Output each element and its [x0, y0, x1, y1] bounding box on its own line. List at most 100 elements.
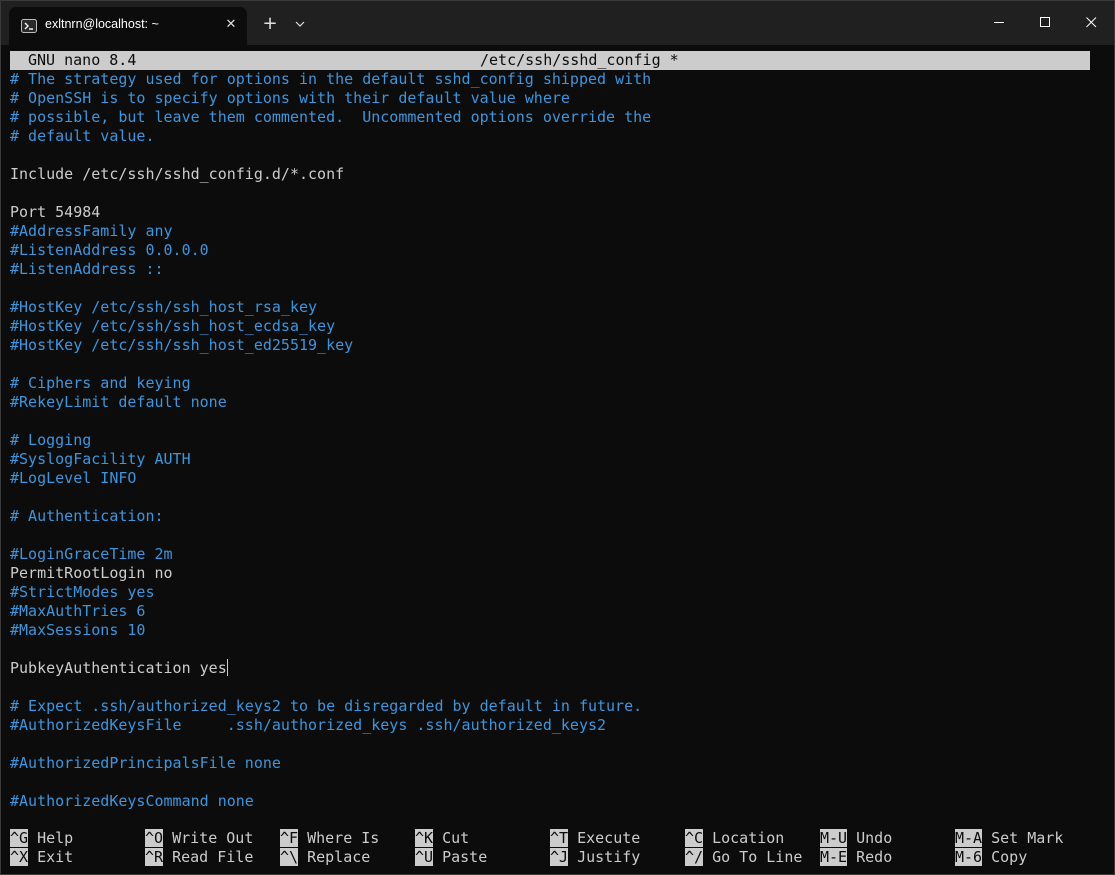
comment-line[interactable]: #ListenAddress 0.0.0.0 [10, 241, 209, 260]
comment-line[interactable]: # OpenSSH is to specify options with the… [10, 89, 570, 108]
config-line[interactable]: Include /etc/ssh/sshd_config.d/*.conf [10, 165, 344, 184]
line-text: #SyslogFacility AUTH [10, 450, 191, 468]
tab-active[interactable]: exltnrn@localhost: ~ ✕ [9, 7, 247, 45]
terminal-window: exltnrn@localhost: ~ ✕ + GNU nano 8.4 /e… [0, 0, 1115, 875]
nano-header: GNU nano 8.4 /etc/ssh/sshd_config * [10, 51, 1090, 70]
comment-line[interactable]: #AuthorizedKeysCommand none [10, 792, 254, 811]
line-text: #HostKey /etc/ssh/ssh_host_ecdsa_key [10, 317, 336, 335]
shortcut-key: M-U [820, 829, 848, 847]
line-text: # Ciphers and keying [10, 374, 191, 392]
shortcut-key: M-A [955, 829, 983, 847]
chevron-down-icon-glyph [295, 21, 305, 27]
comment-line[interactable]: #HostKey /etc/ssh/ssh_host_ed25519_key [10, 336, 353, 355]
shortcut-item[interactable]: ^X Exit [10, 848, 73, 867]
comment-line[interactable]: #SyslogFacility AUTH [10, 450, 191, 469]
comment-line[interactable]: # The strategy used for options in the d… [10, 70, 651, 89]
shortcut-item[interactable]: ^K Cut [415, 829, 469, 848]
close-window-button[interactable] [1068, 1, 1114, 45]
shortcut-key: ^K [415, 829, 434, 847]
terminal-content[interactable]: GNU nano 8.4 /etc/ssh/sshd_config * # Th… [10, 49, 1106, 869]
shortcut-item[interactable]: ^F Where Is [280, 829, 379, 848]
shortcut-label: Cut [433, 829, 470, 847]
shortcut-label: Write Out [163, 829, 254, 847]
shortcut-label: Copy [982, 848, 1028, 866]
shortcut-item[interactable]: M-A Set Mark [955, 829, 1063, 848]
comment-line[interactable]: #StrictModes yes [10, 583, 155, 602]
line-text: # OpenSSH is to specify options with the… [10, 89, 570, 107]
comment-line[interactable]: # Ciphers and keying [10, 374, 191, 393]
comment-line[interactable]: #AddressFamily any [10, 222, 173, 241]
comment-line[interactable]: #AuthorizedPrincipalsFile none [10, 754, 281, 773]
line-text: # Logging [10, 431, 92, 449]
maximize-icon [1040, 17, 1050, 27]
shortcut-label: Location [703, 829, 785, 847]
chevron-down-icon[interactable] [290, 13, 310, 35]
minimize-button[interactable] [976, 1, 1022, 45]
comment-line[interactable]: #HostKey /etc/ssh/ssh_host_ecdsa_key [10, 317, 335, 336]
shortcut-label: Replace [298, 848, 371, 866]
line-text: #AuthorizedKeysFile .ssh/authorized_keys… [10, 716, 607, 734]
line-text: PermitRootLogin no [10, 564, 173, 582]
shortcut-item[interactable]: ^T Execute [550, 829, 640, 848]
shortcut-label: Execute [568, 829, 641, 847]
comment-line[interactable]: #LogLevel INFO [10, 469, 136, 488]
title-bar[interactable]: exltnrn@localhost: ~ ✕ + [1, 1, 1114, 45]
terminal-icon [21, 19, 37, 33]
line-text: #HostKey /etc/ssh/ssh_host_rsa_key [10, 298, 318, 316]
shortcut-label: Go To Line [703, 848, 803, 866]
comment-line[interactable]: #HostKey /etc/ssh/ssh_host_rsa_key [10, 298, 317, 317]
config-line[interactable]: PubkeyAuthentication yes [10, 659, 228, 678]
line-text: #StrictModes yes [10, 583, 155, 601]
line-text: Include /etc/ssh/sshd_config.d/*.conf [10, 165, 345, 183]
shortcut-label: Help [28, 829, 74, 847]
comment-line[interactable]: # possible, but leave them commented. Un… [10, 108, 651, 127]
minimize-icon [994, 22, 1004, 23]
file-name: /etc/ssh/sshd_config * [480, 51, 679, 69]
shortcut-key: ^\ [280, 848, 299, 866]
comment-line[interactable]: #LoginGraceTime 2m [10, 545, 173, 564]
shortcut-key: ^J [550, 848, 569, 866]
shortcut-item[interactable]: M-6 Copy [955, 848, 1027, 867]
close-icon[interactable]: ✕ [221, 15, 241, 35]
shortcut-key: M-6 [955, 848, 983, 866]
close-window-icon [1086, 17, 1097, 28]
line-text: #AuthorizedPrincipalsFile none [10, 754, 281, 772]
shortcut-key: ^O [145, 829, 164, 847]
shortcut-item[interactable]: ^/ Go To Line [685, 848, 802, 867]
line-text: #AuthorizedKeysCommand none [10, 792, 254, 810]
comment-line[interactable]: #RekeyLimit default none [10, 393, 227, 412]
line-text: #ListenAddress :: [10, 260, 164, 278]
line-text: #MaxAuthTries 6 [10, 602, 146, 620]
shortcut-label: Justify [568, 848, 641, 866]
shortcut-key: ^/ [685, 848, 704, 866]
shortcut-item[interactable]: ^U Paste [415, 848, 487, 867]
config-line[interactable]: Port 54984 [10, 203, 100, 222]
comment-line[interactable]: #MaxAuthTries 6 [10, 602, 145, 621]
line-text: Port 54984 [10, 203, 101, 221]
shortcut-key: ^G [10, 829, 29, 847]
shortcut-item[interactable]: ^G Help [10, 829, 73, 848]
shortcut-item[interactable]: M-E Redo [820, 848, 892, 867]
comment-line[interactable]: # Authentication: [10, 507, 164, 526]
comment-line[interactable]: # Expect .ssh/authorized_keys2 to be dis… [10, 697, 642, 716]
shortcut-key: ^U [415, 848, 434, 866]
shortcut-item[interactable]: ^J Justify [550, 848, 640, 867]
comment-line[interactable]: #ListenAddress :: [10, 260, 164, 279]
comment-line[interactable]: #MaxSessions 10 [10, 621, 145, 640]
line-text: #HostKey /etc/ssh/ssh_host_ed25519_key [10, 336, 354, 354]
shortcut-item[interactable]: ^R Read File [145, 848, 253, 867]
config-line[interactable]: PermitRootLogin no [10, 564, 173, 583]
comment-line[interactable]: #AuthorizedKeysFile .ssh/authorized_keys… [10, 716, 606, 735]
line-text: #ListenAddress 0.0.0.0 [10, 241, 209, 259]
shortcut-item[interactable]: ^\ Replace [280, 848, 370, 867]
plus-icon[interactable]: + [259, 13, 281, 35]
shortcut-item[interactable]: ^C Location [685, 829, 784, 848]
shortcut-item[interactable]: M-U Undo [820, 829, 892, 848]
maximize-button[interactable] [1022, 1, 1068, 45]
nano-version: GNU nano 8.4 [28, 51, 137, 69]
shortcut-key: ^X [10, 848, 29, 866]
comment-line[interactable]: # Logging [10, 431, 91, 450]
shortcut-item[interactable]: ^O Write Out [145, 829, 253, 848]
comment-line[interactable]: # default value. [10, 127, 155, 146]
shortcut-key: ^C [685, 829, 704, 847]
